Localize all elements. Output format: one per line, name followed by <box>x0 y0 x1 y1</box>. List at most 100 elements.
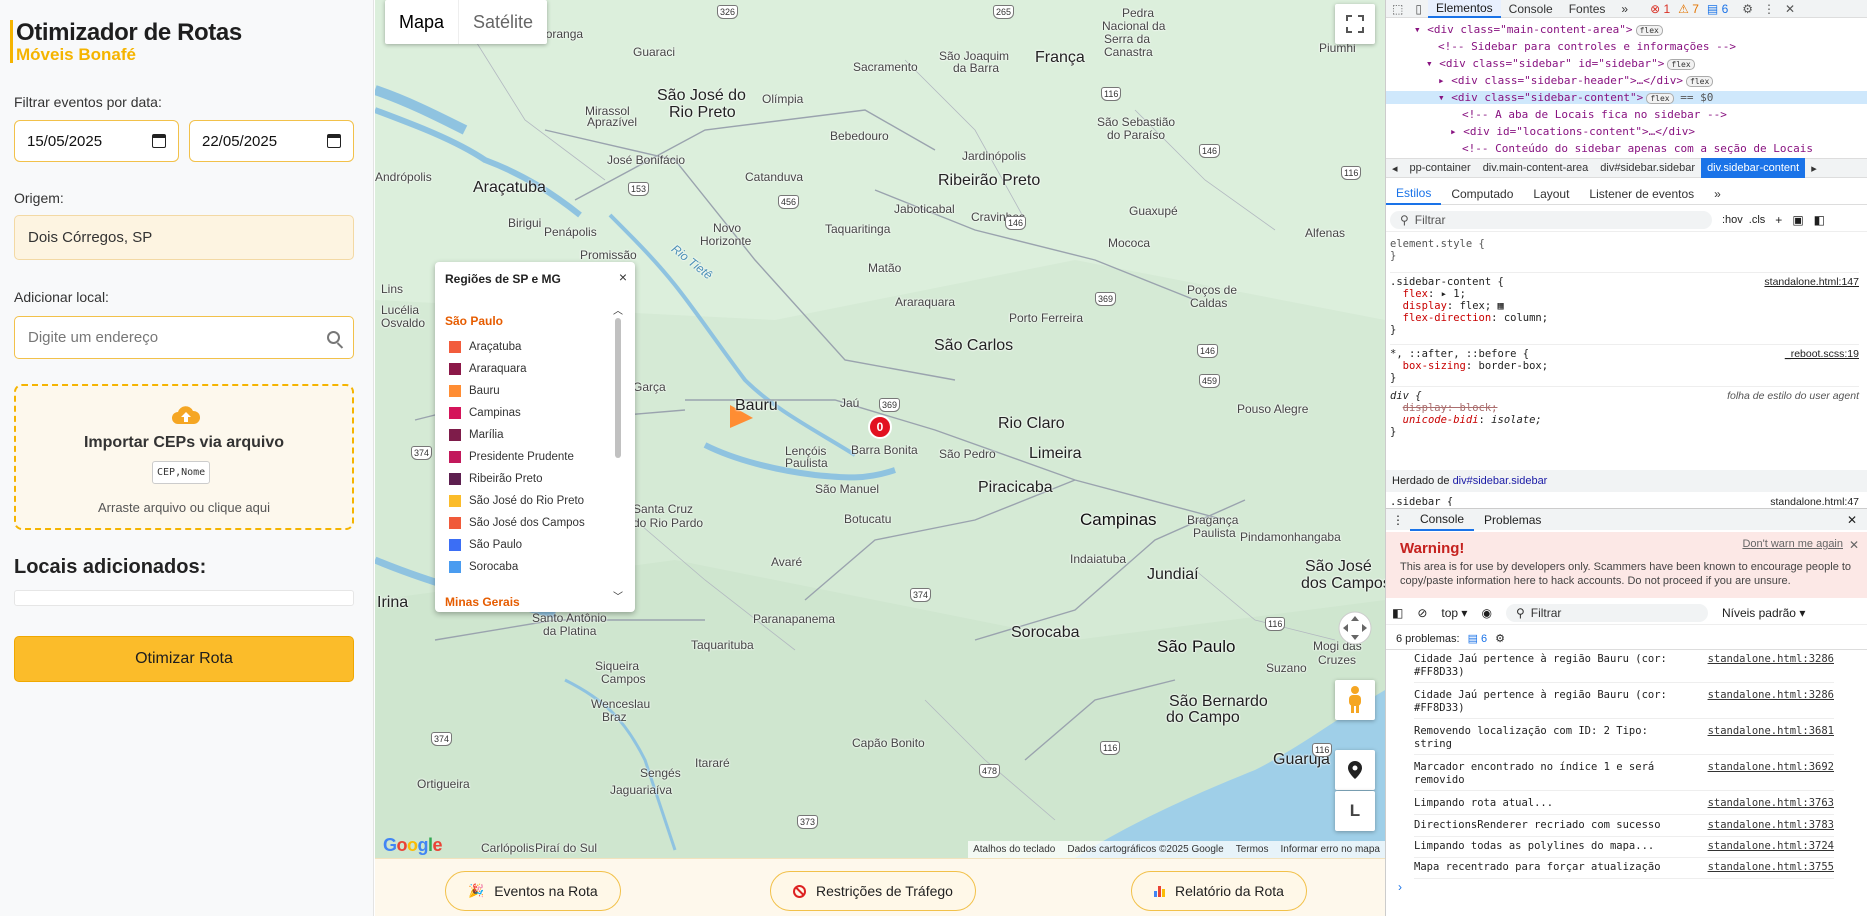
more-tabs-icon[interactable]: » <box>1613 0 1636 18</box>
clear-console-icon[interactable]: ⊘ <box>1417 606 1427 620</box>
inspect-icon[interactable]: ⬚ <box>1386 2 1409 16</box>
issues-count-badge[interactable]: ▤ 6 <box>1468 632 1488 645</box>
route-report-button[interactable]: Relatório da Rota <box>1131 871 1307 911</box>
flex-badge[interactable]: flex <box>1667 58 1695 70</box>
styles-filter-input[interactable]: ⚲ Filtrar <box>1390 210 1712 229</box>
flex-badge[interactable]: flex <box>1635 24 1663 36</box>
dom-node-selected[interactable]: ▾ <div class="sidebar-content"> flex == $… <box>1386 91 1867 104</box>
hov-toggle[interactable]: :hov <box>1722 214 1743 226</box>
message-count-badge[interactable]: ▤ 6 <box>1707 2 1728 16</box>
breadcrumb-item[interactable]: div.main-content-area <box>1477 162 1595 174</box>
flex-badge[interactable]: flex <box>1646 92 1674 104</box>
issues-bar[interactable]: 6 problemas: ▤ 6 ⚙ <box>1386 628 1867 650</box>
css-value[interactable]: isolate; <box>1491 414 1542 426</box>
console-filter-input[interactable]: ⚲ Filtrar <box>1505 603 1708 622</box>
breadcrumb-back-icon[interactable]: ◂ <box>1386 162 1404 175</box>
calendar-icon[interactable] <box>327 134 341 148</box>
console-source-link[interactable]: standalone.html:3763 <box>1708 797 1834 809</box>
street-view-button[interactable] <box>1335 680 1375 720</box>
style-rule[interactable]: .sidebar-content { standalone.html:147 f… <box>1390 272 1859 336</box>
style-rule[interactable]: *, ::after, ::before { _reboot.scss:19 b… <box>1390 344 1859 384</box>
breadcrumb-forward-icon[interactable]: ▸ <box>1805 162 1823 175</box>
kebab-menu-icon[interactable]: ⋮ <box>1763 2 1775 16</box>
tab-event-listeners[interactable]: Listener de eventos <box>1579 183 1704 205</box>
css-prop[interactable]: box-sizing <box>1403 360 1466 372</box>
console-prompt[interactable]: › <box>1398 880 1402 894</box>
tab-layout[interactable]: Layout <box>1523 183 1579 205</box>
new-rule-icon[interactable]: + <box>1775 213 1782 227</box>
map-type-map-button[interactable]: Mapa <box>385 0 458 44</box>
date-start-input[interactable]: 15/05/2025 <box>14 120 179 162</box>
breadcrumb-item-current[interactable]: div.sidebar-content <box>1701 158 1806 178</box>
report-error-link[interactable]: Informar erro no mapa <box>1281 844 1381 855</box>
sidebar-toggle-icon[interactable]: ◧ <box>1814 213 1825 227</box>
dom-node[interactable]: ▸ <div class="sidebar-header">…</div> fle… <box>1438 74 1714 87</box>
device-toolbar-icon[interactable]: ▯ <box>1409 2 1428 16</box>
css-value[interactable]: ▸ 1; <box>1441 288 1466 300</box>
dom-node[interactable]: ▾ <div class="sidebar" id="sidebar"> flex <box>1426 57 1695 70</box>
route-events-button[interactable]: 🎉 Eventos na Rota <box>445 871 621 911</box>
address-input[interactable]: Digite um endereço <box>14 316 354 359</box>
date-end-input[interactable]: 22/05/2025 <box>189 120 354 162</box>
dom-comment[interactable]: <!-- Conteúdo do sidebar apenas com a se… <box>1462 142 1813 154</box>
settings-gear-icon[interactable]: ⚙ <box>1742 2 1753 16</box>
traffic-restrictions-button[interactable]: Restrições de Tráfego <box>770 871 976 911</box>
tab-computed[interactable]: Computado <box>1441 183 1523 205</box>
css-prop-overridden[interactable]: display: block; <box>1403 402 1498 414</box>
tab-sources[interactable]: Fontes <box>1561 0 1614 18</box>
calendar-icon[interactable] <box>152 134 166 148</box>
my-location-button[interactable] <box>1335 750 1375 790</box>
user-agent-rule[interactable]: div { folha de estilo do user agent disp… <box>1390 386 1859 438</box>
console-source-link[interactable]: standalone.html:3783 <box>1708 819 1834 831</box>
console-source-link[interactable]: standalone.html:3724 <box>1708 840 1834 852</box>
element-style-rule[interactable]: element.style {} <box>1390 238 1859 262</box>
css-prop[interactable]: display <box>1403 300 1447 312</box>
tab-elements[interactable]: Elementos <box>1427 0 1501 18</box>
console-source-link[interactable]: standalone.html:3755 <box>1708 861 1834 873</box>
error-count-badge[interactable]: ⊗ 1 <box>1650 2 1670 16</box>
breadcrumb-item[interactable]: pp-container <box>1404 162 1477 174</box>
keyboard-shortcuts-link[interactable]: Atalhos do teclado <box>973 844 1055 855</box>
fullscreen-button[interactable] <box>1335 4 1375 44</box>
css-prop[interactable]: flex-direction <box>1403 312 1492 324</box>
map-type-satellite-button[interactable]: Satélite <box>458 0 547 44</box>
camera-control-button[interactable] <box>1335 608 1375 648</box>
breadcrumb-item[interactable]: div#sidebar.sidebar <box>1594 162 1701 174</box>
cls-toggle[interactable]: .cls <box>1749 214 1766 226</box>
css-value[interactable]: flex; <box>1460 300 1492 312</box>
tab-styles[interactable]: Estilos <box>1386 183 1442 205</box>
eye-icon[interactable]: ◉ <box>1481 606 1491 620</box>
drawer-tab-issues[interactable]: Problemas <box>1474 509 1551 531</box>
flex-editor-icon[interactable]: ▦ <box>1498 300 1504 312</box>
dom-comment[interactable]: <!-- A aba de Locais fica no sidebar --> <box>1462 108 1727 121</box>
css-prop[interactable]: unicode-bidi <box>1403 414 1479 426</box>
dom-node[interactable]: ▾ <div class="main-content-area"> flex <box>1414 23 1663 36</box>
file-dropzone[interactable]: Importar CEPs via arquivo CEP, Nome Arras… <box>14 384 354 530</box>
log-levels-dropdown[interactable]: Níveis padrão ▾ <box>1722 606 1805 620</box>
warning-count-badge[interactable]: ⚠ 7 <box>1678 2 1699 16</box>
rule-source-link[interactable]: _reboot.scss:19 <box>1785 348 1859 360</box>
css-value[interactable]: column; <box>1504 312 1548 324</box>
console-source-link[interactable]: standalone.html:3692 <box>1708 761 1834 773</box>
origin-field[interactable]: Dois Córregos, SP <box>14 215 354 260</box>
route-marker[interactable]: 0 <box>868 415 892 439</box>
optimize-route-button[interactable]: Otimizar Rota <box>14 636 354 682</box>
drawer-menu-icon[interactable]: ⋮ <box>1386 509 1410 531</box>
dom-comment[interactable]: <!-- Sidebar para controles e informaçõe… <box>1438 40 1736 53</box>
legend-scroll-down-icon[interactable]: ﹀ <box>613 588 623 603</box>
rule-source-link[interactable]: standalone.html:47 <box>1770 496 1859 506</box>
computed-styles-icon[interactable]: ▣ <box>1792 213 1803 227</box>
map[interactable]: Votuporanga Guaraci França São José do R… <box>375 0 1385 858</box>
flex-badge[interactable]: flex <box>1686 75 1714 87</box>
search-icon[interactable] <box>327 331 340 344</box>
more-subtabs-icon[interactable]: » <box>1704 183 1731 205</box>
dom-node[interactable]: ▸ <div id="locations-content">…</div> <box>1450 125 1695 138</box>
legend-scroll-up-icon[interactable]: ︿ <box>613 302 623 317</box>
legend-scrollbar[interactable] <box>615 318 621 458</box>
issues-settings-icon[interactable]: ⚙ <box>1495 632 1505 645</box>
terms-link[interactable]: Termos <box>1236 844 1269 855</box>
console-source-link[interactable]: standalone.html:3286 <box>1708 689 1834 701</box>
style-rule[interactable]: .sidebar { standalone.html:47 <box>1390 496 1859 506</box>
dont-warn-link[interactable]: Don't warn me again <box>1742 538 1843 550</box>
inherited-from-link[interactable]: div#sidebar.sidebar <box>1453 475 1548 487</box>
